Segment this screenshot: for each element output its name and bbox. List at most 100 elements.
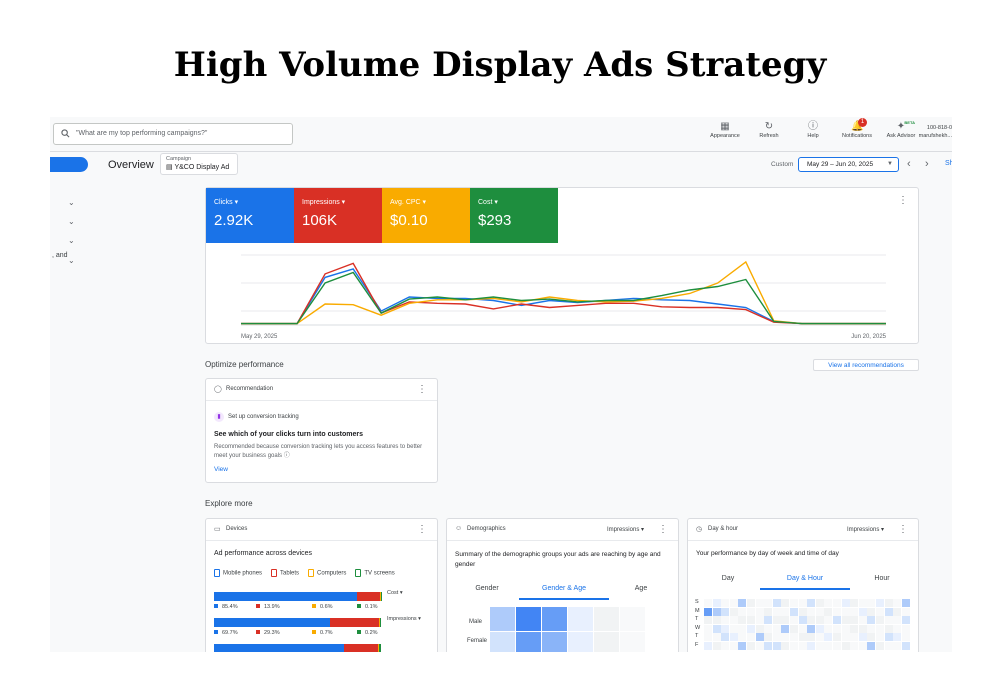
heatmap-cell [824,633,833,642]
campaign-value: Y&CO Display Ad [174,164,230,171]
device-share-label: 29.3% [256,630,280,636]
heatmap-cell [884,642,893,650]
optimize-heading: Optimize performance [205,360,284,369]
next-period-button[interactable]: › [925,158,929,170]
heatmap-cell [876,616,884,625]
date-range-value: May 29 – Jun 20, 2025 [807,161,874,168]
devices-card: ▭ Devices ⋮ Ad performance across device… [205,518,438,652]
campaign-selector[interactable]: Campaign ▤ Y&CO Display Ad [160,153,238,175]
heatmap-cell [807,633,816,642]
heatmap-cell [755,624,764,633]
heatmap-cell [568,632,593,652]
tab-gender-age[interactable]: Gender & Age [519,585,609,600]
device-metric-select[interactable]: Cost ▾ [387,590,403,596]
demographics-summary: Summary of the demographic groups your a… [455,551,661,568]
day-label: F [695,642,699,648]
recommendation-card: ◯ Recommendation ⋮ ▮ Set up conversion tr… [205,378,438,483]
heatmap-cell [594,632,619,652]
help-icon: ⓘ [808,121,818,132]
heatmap-cell [841,633,850,642]
heatmap-cell [884,607,893,616]
notifications-button[interactable]: 🔔 1 Notifications [841,118,873,139]
heatmap-cell [798,616,807,625]
date-range-selector[interactable]: May 29 – Jun 20, 2025 ▼ [798,157,899,172]
metric-tiles: Clicks ▾ 2.92K Impressions ▾ 106K Avg. CPC… [206,188,558,243]
heatmap-cell [755,607,764,616]
more-options-icon[interactable]: ⋮ [898,196,908,206]
devices-legend: Mobile phones Tablets Computers TV screens [214,569,395,577]
appearance-button[interactable]: ▦ Appearance [709,121,741,139]
more-options-icon[interactable]: ⋮ [898,525,908,535]
chevron-down-icon[interactable]: ⌄ [68,256,75,265]
metric-clicks[interactable]: Clicks ▾ 2.92K [206,188,294,243]
view-all-recommendations-button[interactable]: View all recommendations [813,359,919,371]
heatmap-cell [884,624,893,633]
help-icon[interactable]: ⓘ [284,453,290,459]
heatmap-cell [858,616,867,625]
heatmap-cell [867,616,876,625]
heatmap-cell [833,599,841,607]
more-options-icon[interactable]: ⋮ [417,525,427,535]
create-button[interactable] [50,157,88,172]
demographics-card: ☺ Demographics Impressions ▾ ⋮ Summary o… [446,518,679,652]
heatmap-cell [704,599,712,607]
chevron-down-icon[interactable]: ⌄ [68,198,75,207]
heatmap-cell [901,616,910,625]
share-link[interactable]: Sh [945,160,952,167]
heatmap-cell [867,624,876,633]
metric-cost[interactable]: Cost ▾ $293 [470,188,558,243]
heatmap-cell [807,624,816,633]
device-share-label: 0.7% [312,630,333,636]
tab-gender[interactable]: Gender [455,585,519,600]
account-switcher[interactable]: 100-818-0 marufshekh... [916,125,952,139]
google-ads-screenshot: "What are my top performing campaigns?" … [50,117,952,652]
chevron-down-icon[interactable]: ⌄ [68,217,75,226]
more-options-icon[interactable]: ⋮ [658,525,668,535]
heatmap-cell [876,607,884,616]
heatmap-cell [764,624,773,633]
refresh-button[interactable]: ↻ Refresh [753,121,785,139]
demographics-metric-select[interactable]: Impressions ▾ [607,526,644,533]
ask-advisor-button[interactable]: ✦ BETA Ask Advisor [885,120,917,139]
heatmap-cell [901,599,910,607]
view-link[interactable]: View [214,466,228,473]
tab-age[interactable]: Age [609,585,673,600]
heatmap-cell [781,607,790,616]
tab-day-hour[interactable]: Day & Hour [760,575,850,590]
metric-avg-cpc[interactable]: Avg. CPC ▾ $0.10 [382,188,470,243]
heatmap-cell [850,599,859,607]
x-tick-label-end: Jun 20, 2025 [851,334,886,340]
heatmap-cell [858,607,867,616]
heatmap-cell [833,633,841,642]
legend-label: Mobile phones [223,570,263,577]
heatmap-cell [815,624,824,633]
heatmap-cell [729,616,738,625]
day-hour-metric-select[interactable]: Impressions ▾ [847,526,884,533]
tab-hour[interactable]: Hour [850,575,914,590]
chevron-down-icon[interactable]: ⌄ [68,236,75,245]
tab-day[interactable]: Day [696,575,760,590]
device-metric-select[interactable]: Impressions ▾ [387,616,421,622]
beta-tag: BETA [904,120,915,125]
heatmap-cell [738,616,747,625]
advisor-icon: ✦ BETA [895,120,915,133]
series-line-clicks [241,268,886,325]
row-label-female: Female [467,638,488,644]
prev-period-button[interactable]: ‹ [907,158,911,170]
more-options-icon[interactable]: ⋮ [417,385,427,395]
heatmap-cell [490,632,515,652]
heatmap-cell [824,616,833,625]
heatmap-cell [729,642,738,650]
heatmap-cell [893,624,902,633]
help-button[interactable]: ⓘ Help [797,121,829,139]
heatmap-cell [704,633,712,642]
heatmap-cell [815,616,824,625]
heatmap-cell [781,616,790,625]
heatmap-cell [867,607,876,616]
day-label: T [695,633,699,640]
metric-impressions[interactable]: Impressions ▾ 106K [294,188,382,243]
heatmap-cell [841,599,850,607]
heatmap-cell [755,616,764,625]
page-title: High Volume Display Ads Strategy [173,45,827,85]
search-input[interactable]: "What are my top performing campaigns?" [53,123,293,145]
